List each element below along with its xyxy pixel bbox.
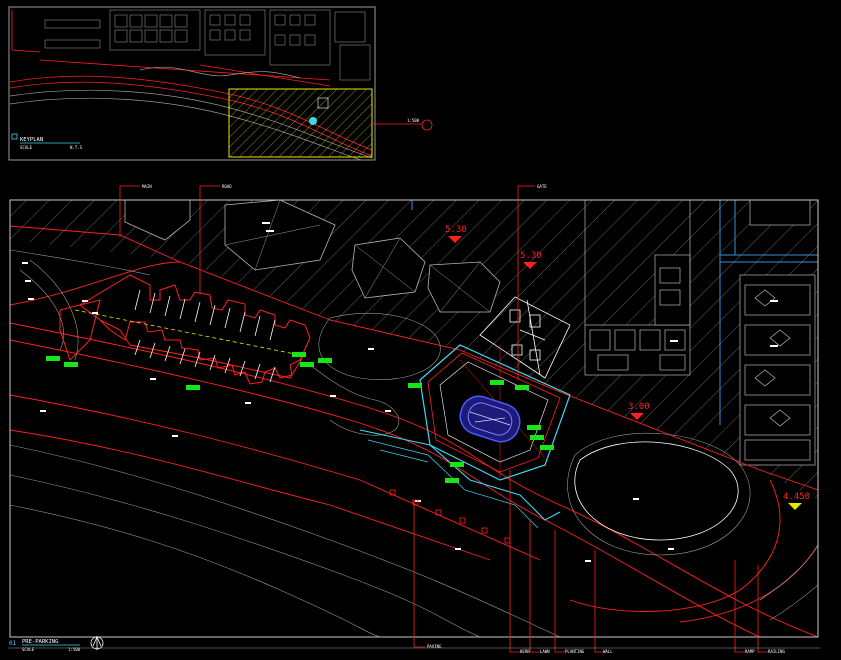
- keyplan-title-block: KEYPLAN SCALE N.T.S: [11, 133, 83, 150]
- elevation-value: 4.450: [783, 492, 810, 502]
- leader-text: GATE: [537, 184, 547, 189]
- elevation-value: 5.30: [520, 251, 542, 261]
- main-plan-scale-label: SCALE: [22, 647, 35, 652]
- bottom-tag-paving: PAVING: [427, 644, 442, 649]
- bottom-tag-lawn: LAWN: [540, 649, 550, 654]
- bottom-tag-kerb: KERB: [520, 649, 530, 654]
- keyplan-buildings: [44, 9, 371, 81]
- leader-text: MAIN: [142, 184, 152, 189]
- central-fountain[interactable]: [456, 392, 525, 447]
- cad-drawing-canvas[interactable]: KEYPLAN SCALE N.T.S 1:500 5.30 5.30 3.00…: [0, 0, 841, 660]
- keyplan-viewport: KEYPLAN SCALE N.T.S 1:500: [8, 6, 433, 161]
- keyplan-scale-value: N.T.S: [70, 145, 83, 150]
- keyplan-highlight-area: [228, 88, 373, 158]
- bottom-tag-wall: WALL: [603, 649, 613, 654]
- main-plan-scale-value: 1:500: [68, 647, 81, 652]
- parking-stripes: [134, 289, 276, 383]
- bottom-tag-planting: PLANTING: [565, 649, 585, 654]
- keyplan-callout-label: 1:500: [407, 118, 420, 123]
- drawing-number: 01: [9, 640, 17, 647]
- bottom-tag-ramp: RAMP: [745, 649, 755, 654]
- main-plan-title: PRE-PARKING: [22, 639, 58, 645]
- keyplan-callout[interactable]: 1:500: [372, 118, 433, 131]
- keyplan-scale-label: SCALE: [20, 145, 33, 150]
- main-plan-viewport: 5.30 5.30 3.00 4.450 MAIN ROAD GATE PAVI…: [8, 184, 820, 654]
- bottom-tag-railing: RAILING: [768, 649, 785, 654]
- hatched-zone-north: [10, 200, 818, 500]
- leader-text: ROAD: [222, 184, 232, 189]
- elevation-marker-4: 4.450: [783, 492, 810, 510]
- elevation-value: 3.00: [628, 402, 650, 412]
- keyplan-title: KEYPLAN: [20, 137, 43, 143]
- elevation-value: 5.30: [445, 225, 467, 235]
